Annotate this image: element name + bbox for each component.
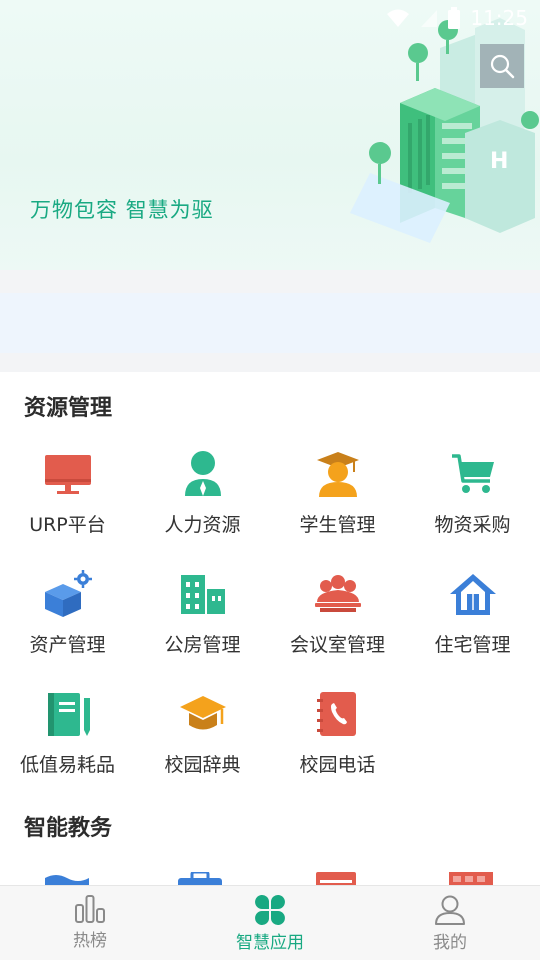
person-icon xyxy=(184,451,221,496)
search-button[interactable] xyxy=(480,44,524,88)
svg-text:H: H xyxy=(490,149,508,174)
app-label: 住宅管理 xyxy=(434,634,511,656)
app-label: 公房管理 xyxy=(164,634,241,656)
banner-slogan: 万物包容 智慧为驱 xyxy=(30,198,214,222)
app-label: 校园电话 xyxy=(299,754,376,776)
monitor-icon xyxy=(44,455,91,494)
app-label: 会议室管理 xyxy=(289,634,385,656)
nav-mine[interactable]: 我的 xyxy=(360,886,540,960)
signal-icon xyxy=(421,10,438,27)
section-title-resource: 资源管理 xyxy=(24,396,113,421)
app-label: 学生管理 xyxy=(299,514,376,536)
status-time: 11:25 xyxy=(470,6,528,30)
app-label: 校园辞典 xyxy=(164,754,241,776)
status-bar: 11:25 xyxy=(0,0,540,36)
app-campus-dictionary[interactable]: 校园辞典 xyxy=(135,684,270,784)
box-gear-icon xyxy=(44,570,92,617)
bottom-nav: 热榜 智慧应用 我的 xyxy=(0,885,540,960)
app-purchase[interactable]: 物资采购 xyxy=(405,444,540,544)
nav-label: 我的 xyxy=(433,933,467,953)
app-asset[interactable]: 资产管理 xyxy=(0,564,135,664)
app-label: URP平台 xyxy=(29,514,106,536)
app-label: 资产管理 xyxy=(29,634,106,656)
user-icon xyxy=(435,895,465,925)
app-hr[interactable]: 人力资源 xyxy=(135,444,270,544)
notice-bar[interactable] xyxy=(0,293,540,353)
house-icon xyxy=(449,574,496,615)
app-grid-panel: 资源管理 URP平台 人力资源 学生管理 物资采购 资产管理 公房管理 会议室管… xyxy=(0,372,540,892)
section-title-academic: 智能教务 xyxy=(24,816,113,841)
meeting-icon xyxy=(314,575,361,612)
app-public-housing[interactable]: 公房管理 xyxy=(135,564,270,664)
wifi-icon xyxy=(387,9,410,27)
search-icon xyxy=(490,54,515,79)
banner[interactable]: H 万物包容 智慧为驱 xyxy=(0,0,540,270)
clover-icon xyxy=(255,895,285,925)
battery-icon xyxy=(448,7,461,29)
app-campus-phone[interactable]: 校园电话 xyxy=(270,684,405,784)
app-label: 物资采购 xyxy=(434,514,511,536)
nav-label: 热榜 xyxy=(73,931,107,951)
app-consumables[interactable]: 低值易耗品 xyxy=(0,684,135,784)
app-student[interactable]: 学生管理 xyxy=(270,444,405,544)
app-label: 低值易耗品 xyxy=(19,754,115,776)
notebook-icon xyxy=(47,693,90,736)
app-meeting-room[interactable]: 会议室管理 xyxy=(270,564,405,664)
app-label: 人力资源 xyxy=(164,514,241,536)
buildings-icon xyxy=(180,575,225,614)
bar-chart-icon xyxy=(75,895,105,923)
graduate-icon xyxy=(316,452,359,497)
app-urp[interactable]: URP平台 xyxy=(0,444,135,544)
nav-label: 智慧应用 xyxy=(236,933,304,953)
mortarboard-icon xyxy=(179,696,226,730)
app-residence[interactable]: 住宅管理 xyxy=(405,564,540,664)
nav-smart-apps[interactable]: 智慧应用 xyxy=(180,886,360,960)
phone-book-icon xyxy=(316,692,356,736)
cart-icon xyxy=(451,454,494,493)
nav-hot[interactable]: 热榜 xyxy=(0,886,180,960)
